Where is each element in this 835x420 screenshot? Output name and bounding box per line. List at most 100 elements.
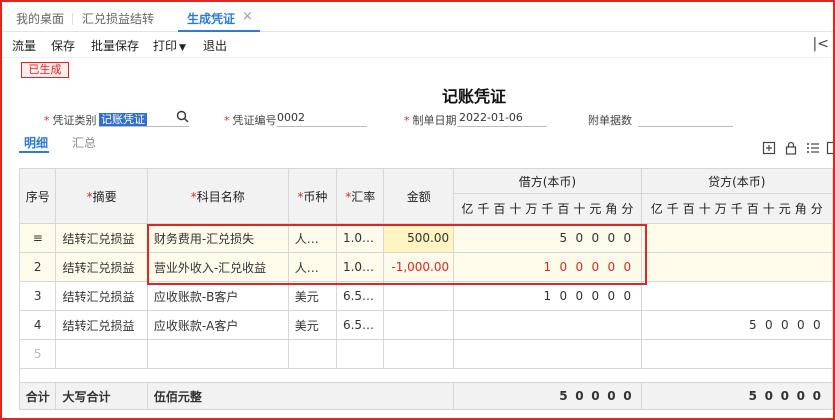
unit-label: 元 <box>778 202 791 216</box>
voucher-type-label: * 凭证类别 <box>44 114 97 127</box>
rate-cell[interactable]: 1.0… <box>335 252 385 282</box>
table-row[interactable]: 4 结转汇兑损益 应收账款-A客户 美元 6.5… 5 0 0 0 0 <box>18 310 833 340</box>
amount-cell[interactable] <box>383 281 455 311</box>
rate-cell[interactable]: 6.5… <box>335 310 385 340</box>
tab-generate-voucher[interactable]: 生成凭证 <box>187 10 235 27</box>
currency-cell[interactable]: 人… <box>287 223 337 253</box>
table-row[interactable]: 3 结转汇兑损益 应收账款-B客户 美元 6.5… 1 0 0 0 0 0 <box>18 281 833 311</box>
print-button[interactable]: 打印 ▼ <box>153 37 186 54</box>
unit-label: 万 <box>714 202 727 216</box>
debit-cell[interactable]: 100000 <box>453 281 642 311</box>
credit-cell[interactable] <box>640 339 833 369</box>
tab-desktop[interactable]: 我的桌面 <box>16 10 64 27</box>
row-number: 3 <box>18 281 57 311</box>
account-cell[interactable] <box>146 339 289 369</box>
account-cell[interactable]: 财务费用-汇兑损失 <box>146 223 289 253</box>
digit: 0 <box>591 289 600 303</box>
debit-cell[interactable] <box>453 339 642 369</box>
table-row[interactable]: 2 结转汇兑损益 营业外收入-汇兑收益 人… 1.0… -1,000.00 1 0 0 0 0 0 <box>18 252 833 282</box>
close-icon[interactable]: × <box>242 9 253 24</box>
table-row[interactable]: 5 <box>18 339 833 369</box>
table-row[interactable]: ≡ 结转汇兑损益 财务费用-汇兑损失 人… 1.0… 500.00 5 0 0 0 0 <box>18 223 833 253</box>
list-settings-icon[interactable] <box>806 141 820 155</box>
digit: 5 <box>748 389 757 403</box>
credit-cell[interactable] <box>640 281 833 311</box>
rate-cell[interactable] <box>335 339 385 369</box>
col-header-no: 序号 <box>18 168 57 224</box>
unit-label: 百 <box>493 202 506 216</box>
collapse-panel-icon[interactable]: |< <box>813 36 829 52</box>
digit: 0 <box>764 389 773 403</box>
credit-cell[interactable] <box>640 223 833 253</box>
digit: 0 <box>780 318 789 332</box>
summary-cell[interactable]: 结转汇兑损益 <box>55 281 148 311</box>
amount-cell[interactable] <box>383 310 455 340</box>
unit-label: 千 <box>477 202 490 216</box>
batch-save-button[interactable]: 批量保存 <box>91 37 139 54</box>
date-input[interactable]: 2022-01-06 <box>459 111 523 124</box>
amount-cell[interactable]: -1,000.00 <box>383 252 455 282</box>
unit-label: 千 <box>730 202 743 216</box>
tab-detail[interactable]: 明细 <box>24 134 48 151</box>
col-header-credit: 贷方(本币) <box>640 168 833 194</box>
total-row: 合计 大写合计 伍佰元整 5 0 0 0 0 5 0 0 0 0 <box>18 382 833 410</box>
tab-summary[interactable]: 汇总 <box>72 134 96 151</box>
unit-label: 十 <box>762 202 775 216</box>
tab-exchange-transfer[interactable]: 汇兑损益结转 <box>82 10 154 27</box>
row-number: 2 <box>18 252 57 282</box>
column-settings-icon[interactable] <box>826 141 835 155</box>
digit: 0 <box>607 389 616 403</box>
exit-button[interactable]: 退出 <box>203 37 227 54</box>
debit-cell[interactable]: 100000 <box>453 252 642 282</box>
account-cell[interactable]: 应收账款-B客户 <box>146 281 289 311</box>
amount-cell[interactable]: 500.00 <box>383 223 455 253</box>
digit: 0 <box>575 289 584 303</box>
voucher-type-input[interactable]: 记账凭证 <box>99 111 147 127</box>
unit-label: 角 <box>605 202 618 216</box>
summary-cell[interactable]: 结转汇兑损益 <box>55 252 148 282</box>
voucher-number-input[interactable]: 0002 <box>277 111 305 124</box>
col-header-account: *科目名称 <box>146 168 289 224</box>
currency-cell[interactable]: 美元 <box>287 281 337 311</box>
digit: 0 <box>575 260 584 274</box>
currency-cell[interactable] <box>287 339 337 369</box>
credit-cell[interactable]: 50000 <box>640 310 833 340</box>
chevron-down-icon: ▼ <box>179 43 186 53</box>
debit-total[interactable]: 50000 <box>453 382 642 410</box>
caps-total-label: 大写合计 <box>55 382 148 410</box>
currency-cell[interactable]: 美元 <box>287 310 337 340</box>
summary-cell[interactable]: 结转汇兑损益 <box>55 310 148 340</box>
credit-total[interactable]: 50000 <box>640 382 833 410</box>
insert-row-icon[interactable] <box>762 141 776 155</box>
digit: 1 <box>543 260 552 274</box>
rate-cell[interactable]: 6.5… <box>335 281 385 311</box>
row-action-icon[interactable]: ≡ <box>33 231 43 245</box>
row-number: ≡ <box>18 223 57 253</box>
unit-label: 万 <box>525 202 538 216</box>
search-icon[interactable] <box>176 110 189 123</box>
amount-cell[interactable] <box>383 339 455 369</box>
col-header-currency: *币种 <box>287 168 337 224</box>
debit-cell[interactable] <box>453 310 642 340</box>
rate-cell[interactable]: 1.0… <box>335 223 385 253</box>
spacer-row <box>19 368 833 383</box>
account-cell[interactable]: 营业外收入-汇兑收益 <box>146 252 289 282</box>
app-window: 我的桌面 汇兑损益结转 生成凭证 × 流量 保存 批量保存 打印 ▼ 退出 |< … <box>0 0 835 420</box>
currency-cell[interactable]: 人… <box>287 252 337 282</box>
digit: 0 <box>559 260 568 274</box>
unit-label: 百 <box>746 202 759 216</box>
summary-cell[interactable]: 结转汇兑损益 <box>55 223 148 253</box>
summary-cell[interactable] <box>55 339 148 369</box>
credit-cell[interactable] <box>640 252 833 282</box>
digit: 5 <box>559 389 568 403</box>
digit: 0 <box>796 318 805 332</box>
digit: 0 <box>780 389 789 403</box>
unit-label: 十 <box>573 202 586 216</box>
debit-cell[interactable]: 50000 <box>453 223 642 253</box>
attachments-input[interactable] <box>638 126 733 127</box>
flow-button[interactable]: 流量 <box>12 37 36 54</box>
save-button[interactable]: 保存 <box>51 37 75 54</box>
account-cell[interactable]: 应收账款-A客户 <box>146 310 289 340</box>
unit-label: 分 <box>621 202 634 216</box>
lock-icon[interactable] <box>784 141 798 155</box>
